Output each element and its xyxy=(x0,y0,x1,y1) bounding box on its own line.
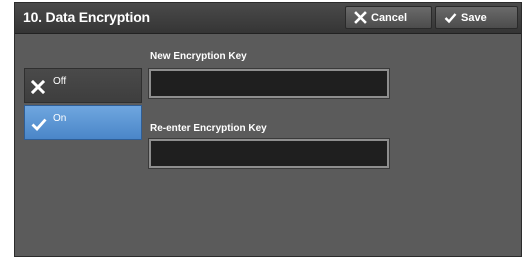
checkmark-icon xyxy=(444,11,457,24)
option-on-button[interactable]: On xyxy=(24,105,142,140)
save-button[interactable]: Save xyxy=(435,6,518,29)
reenter-encryption-key-field[interactable] xyxy=(148,138,390,169)
option-off-button[interactable]: Off xyxy=(24,68,142,103)
close-icon xyxy=(354,11,367,24)
option-off-label: Off xyxy=(53,76,67,87)
cancel-button[interactable]: Cancel xyxy=(345,6,432,29)
reenter-encryption-key-label: Re-enter Encryption Key xyxy=(150,123,267,134)
cancel-button-label: Cancel xyxy=(371,11,408,24)
page-title: 10. Data Encryption xyxy=(23,9,150,25)
new-encryption-key-label: New Encryption Key xyxy=(150,51,247,62)
dialog-panel: 10. Data Encryption Cancel Save Off On N… xyxy=(14,2,522,257)
checkmark-icon xyxy=(31,117,47,131)
option-on-label: On xyxy=(53,113,67,124)
close-icon xyxy=(31,80,45,94)
title-bar: 10. Data Encryption Cancel Save xyxy=(15,3,521,34)
save-button-label: Save xyxy=(461,11,487,24)
new-encryption-key-field[interactable] xyxy=(148,68,390,99)
